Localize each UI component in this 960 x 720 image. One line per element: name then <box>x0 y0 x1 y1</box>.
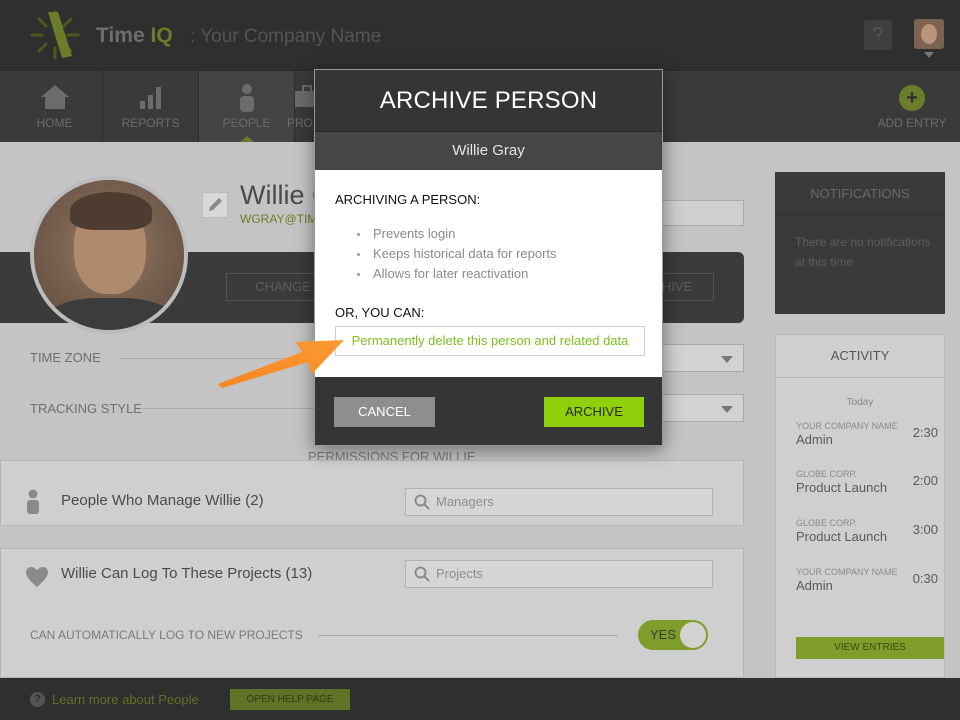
plus-icon: + <box>899 85 925 111</box>
user-avatar[interactable] <box>914 19 944 49</box>
person-icon <box>239 84 254 112</box>
email-tab <box>658 200 744 226</box>
activity-day: Today <box>846 397 874 408</box>
nav-reports[interactable]: REPORTS <box>103 71 199 143</box>
open-help-page-button[interactable]: OPEN HELP PAGE <box>230 689 350 710</box>
toggle-knob <box>680 622 706 648</box>
divider <box>775 214 945 215</box>
notifications-empty: There are no notifications at this time <box>795 235 931 269</box>
list-item: Keeps historical data for reports <box>355 244 557 264</box>
bar-chart-icon <box>139 87 161 109</box>
heart-icon <box>26 567 48 587</box>
archive-person-modal: ARCHIVE PERSON Willie Gray ARCHIVING A P… <box>314 69 663 446</box>
divider <box>776 377 944 378</box>
help-button[interactable]: ? <box>864 20 892 50</box>
archive-button[interactable]: ARCHIVE <box>544 397 644 427</box>
top-bar: Time IQ : Your Company Name ? <box>0 0 960 70</box>
archiving-effects-list: Prevents login Keeps historical data for… <box>355 224 557 284</box>
notifications-panel: NOTIFICATIONS There are no notifications… <box>775 172 945 314</box>
modal-body: ARCHIVING A PERSON: Prevents login Keeps… <box>315 170 662 377</box>
divider <box>318 635 618 636</box>
list-item[interactable]: GLOBE CORP. Product Launch 3:00 <box>796 518 944 558</box>
tracking-style-select[interactable] <box>660 394 744 422</box>
projects-row: Willie Can Log To These Projects (13) Pr… <box>0 548 744 678</box>
list-item[interactable]: YOUR COMPANY NAME Admin 0:30 <box>796 567 944 607</box>
pencil-icon[interactable] <box>202 192 228 218</box>
nav-projects[interactable]: PRO <box>271 71 319 143</box>
search-icon <box>414 494 430 510</box>
time-zone-select[interactable] <box>660 344 744 372</box>
list-item[interactable]: YOUR COMPANY NAME Admin 2:30 <box>796 421 944 461</box>
projects-label: Willie Can Log To These Projects (13) <box>61 565 313 582</box>
or-heading: OR, YOU CAN: <box>335 305 425 320</box>
company-name: : Your Company Name <box>190 26 382 47</box>
profile-photo <box>30 176 188 334</box>
arrow-pointer-icon <box>218 340 344 388</box>
modal-footer: CANCEL ARCHIVE <box>315 377 662 445</box>
managers-label: People Who Manage Willie (2) <box>61 492 264 509</box>
home-icon <box>40 85 69 109</box>
modal-title: ARCHIVE PERSON <box>315 70 662 131</box>
list-item: Allows for later reactivation <box>355 264 557 284</box>
list-item: Prevents login <box>355 224 557 244</box>
view-entries-button[interactable]: VIEW ENTRIES <box>796 637 944 659</box>
auto-log-label: CAN AUTOMATICALLY LOG TO NEW PROJECTS <box>30 628 303 642</box>
add-entry-button[interactable]: + ADD ENTRY <box>872 71 952 143</box>
list-item[interactable]: GLOBE CORP. Product Launch 2:00 <box>796 469 944 509</box>
time-zone-label: TIME ZONE <box>30 350 101 365</box>
nav-home[interactable]: HOME <box>7 71 103 143</box>
modal-person-name: Willie Gray <box>315 131 662 170</box>
auto-log-toggle[interactable]: YES <box>638 620 708 650</box>
activity-panel: ACTIVITY Today YOUR COMPANY NAME Admin 2… <box>775 334 945 678</box>
person-icon <box>27 489 39 514</box>
person-email: WGRAY@TIM <box>240 212 318 226</box>
managers-input[interactable]: Managers <box>405 488 713 516</box>
footer-bar: ? Learn more about People OPEN HELP PAGE <box>0 678 960 720</box>
help-icon: ? <box>30 692 45 707</box>
notifications-title: NOTIFICATIONS <box>810 186 910 201</box>
learn-more-link[interactable]: Learn more about People <box>52 692 199 707</box>
search-icon <box>414 566 430 582</box>
tracking-style-label: TRACKING STYLE <box>30 401 142 416</box>
archiving-heading: ARCHIVING A PERSON: <box>335 192 481 207</box>
activity-title: ACTIVITY <box>830 348 890 363</box>
cancel-button[interactable]: CANCEL <box>334 397 435 427</box>
chevron-down-icon[interactable] <box>924 52 934 58</box>
projects-input[interactable]: Projects <box>405 560 713 588</box>
brand-name: Time IQ <box>96 24 173 47</box>
managers-row: People Who Manage Willie (2) Managers <box>0 460 744 526</box>
permanently-delete-button[interactable]: Permanently delete this person and relat… <box>335 326 645 356</box>
timeiq-logo-icon <box>30 10 80 60</box>
